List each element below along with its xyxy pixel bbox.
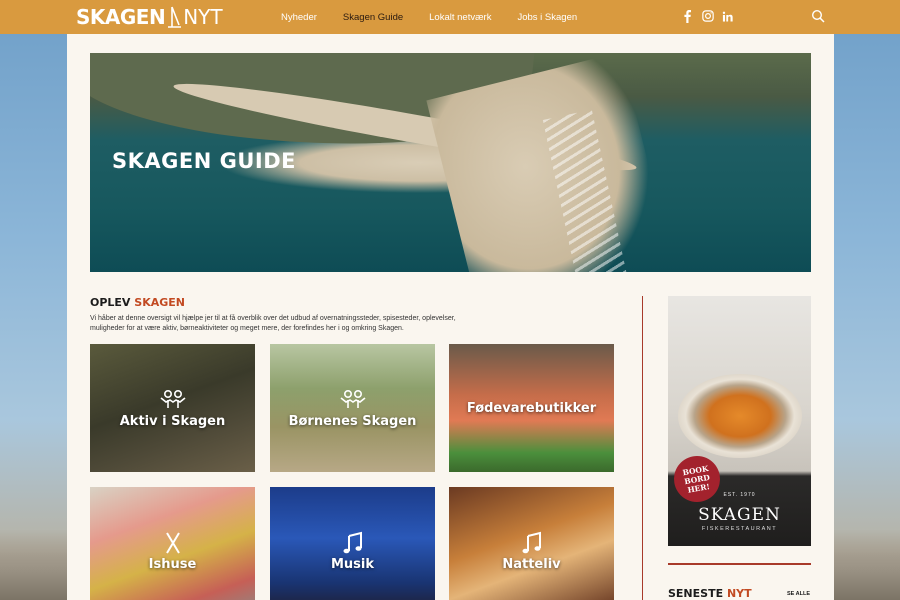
hero-banner-image: SKAGEN GUIDE (90, 53, 811, 272)
nav-item-lokalt-netvaerk[interactable]: Lokalt netværk (429, 12, 491, 23)
main-content: SKAGEN GUIDE OPLEV SKAGEN Vi håber at de… (67, 34, 834, 600)
tile-label: Fødevarebutikker (466, 400, 597, 416)
tile-aktiv-i-skagen[interactable]: Aktiv i Skagen (90, 344, 255, 472)
instagram-icon[interactable] (702, 9, 714, 23)
heading-accent-text: SKAGEN (134, 296, 185, 309)
tile-label: Børnenes Skagen (288, 413, 417, 429)
ad-banner-skagen-fiskerestaurant[interactable]: BOOK BORD HER! EST. 1970 SKAGEN FISKERES… (668, 296, 811, 546)
background-landscape-left (0, 530, 70, 600)
tile-natteliv[interactable]: Natteliv (449, 487, 614, 600)
tile-foedevarebutikker[interactable]: Fødevarebutikker (449, 344, 614, 472)
search-icon[interactable] (811, 9, 825, 23)
heading-accent-text: NYT (726, 587, 752, 600)
tile-label: Aktiv i Skagen (119, 413, 226, 429)
music-note-icon (522, 531, 541, 553)
logo-text-nyt: NYT (183, 5, 223, 29)
intro-paragraph: Vi håber at denne oversigt vil hjælpe je… (90, 315, 456, 332)
people-icon (160, 389, 185, 408)
social-links (682, 9, 733, 23)
tile-musik[interactable]: Musik (270, 487, 435, 600)
ad-established: EST. 1970 (723, 492, 756, 498)
tile-boernenes-skagen[interactable]: Børnenes Skagen (270, 344, 435, 472)
cutlery-icon (165, 531, 180, 554)
heading-main-text: SENESTE (668, 587, 727, 600)
nav-item-skagen-guide[interactable]: Skagen Guide (343, 12, 403, 23)
music-note-icon (343, 531, 362, 553)
sidebar-divider (642, 296, 643, 600)
heading-main-text: OPLEV (90, 296, 135, 309)
news-divider (668, 563, 811, 565)
latest-news-heading: SENESTE NYT (668, 587, 752, 600)
food-plate-image (678, 374, 802, 458)
ad-subtitle: FISKERESTAURANT (701, 526, 778, 532)
tile-label: Natteliv (502, 556, 561, 572)
tile-ishuse[interactable]: Ishuse (90, 487, 255, 600)
people-icon (340, 389, 365, 408)
sail-logo-icon (168, 6, 182, 28)
main-nav: Nyheder Skagen Guide Lokalt netværk Jobs… (281, 0, 603, 34)
linkedin-icon[interactable] (722, 9, 733, 23)
site-logo[interactable]: SKAGEN NYT (76, 4, 223, 30)
nav-item-jobs-i-skagen[interactable]: Jobs i Skagen (517, 12, 577, 23)
ad-brand-name: SKAGEN (698, 505, 781, 525)
nav-item-nyheder[interactable]: Nyheder (281, 12, 317, 23)
top-navigation-bar: SKAGEN NYT Nyheder Skagen Guide Lokalt n… (0, 0, 900, 34)
page-title: SKAGEN GUIDE (112, 149, 296, 173)
facebook-icon[interactable] (682, 9, 693, 23)
tile-label: Ishuse (148, 556, 197, 572)
see-all-link[interactable]: SE ALLE (787, 591, 810, 597)
section-heading-oplev: OPLEV SKAGEN (90, 296, 185, 309)
tile-label: Musik (330, 556, 375, 572)
background-landscape-right (830, 530, 900, 600)
logo-text-skagen: SKAGEN (76, 5, 166, 29)
